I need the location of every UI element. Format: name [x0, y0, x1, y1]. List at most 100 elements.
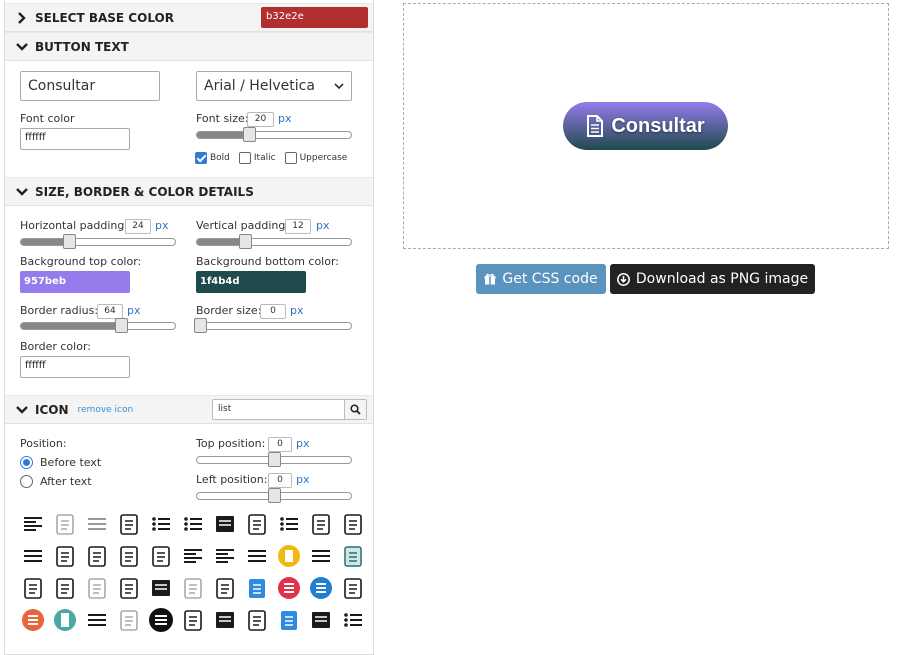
document-icon — [587, 115, 604, 137]
document-dark-icon[interactable] — [212, 607, 238, 633]
align-center-icon[interactable] — [180, 543, 206, 569]
clipboard-outline-icon[interactable] — [84, 575, 110, 601]
list-blue-circle-icon — [310, 577, 332, 599]
left-position-input[interactable]: 0 — [268, 473, 292, 488]
italic-checkbox[interactable] — [238, 152, 251, 164]
font-size-input[interactable]: 20 — [247, 112, 274, 127]
slider-thumb[interactable] — [194, 318, 207, 333]
slider-thumb[interactable] — [63, 234, 76, 249]
clipboard-list-icon[interactable] — [116, 511, 142, 537]
border-radius-input[interactable]: 64 — [97, 304, 123, 319]
mail-list-icon[interactable] — [84, 543, 110, 569]
filter-lines-icon[interactable] — [20, 543, 46, 569]
font-size-slider[interactable] — [196, 127, 352, 142]
get-css-button[interactable]: Get CSS code — [476, 264, 606, 294]
list-check-bullets-icon[interactable] — [340, 607, 366, 633]
h-padding-label: Horizontal padding: — [20, 219, 129, 232]
list-color-icon — [184, 517, 202, 531]
slider-thumb[interactable] — [239, 234, 252, 249]
list-bullets-icon[interactable] — [276, 511, 302, 537]
font-family-select[interactable]: Arial / Helvetica — [196, 71, 352, 101]
slider-thumb[interactable] — [115, 318, 128, 333]
table-icon[interactable] — [308, 607, 334, 633]
bill-icon[interactable] — [52, 575, 78, 601]
report-alt-icon[interactable] — [116, 575, 142, 601]
align-justify-icon[interactable] — [212, 543, 238, 569]
chevron-down-icon — [334, 83, 344, 90]
terminal-icon[interactable] — [148, 575, 174, 601]
button-text-header[interactable]: BUTTON TEXT — [5, 32, 373, 61]
preview-button[interactable]: Consultar — [563, 102, 728, 150]
document-edit-icon[interactable] — [52, 511, 78, 537]
before-text-radio[interactable] — [20, 456, 33, 469]
list-color-icon[interactable] — [180, 511, 206, 537]
border-size-input[interactable]: 0 — [260, 304, 286, 319]
base-color-swatch[interactable]: b32e2e — [261, 7, 368, 28]
clipboard-blue-icon[interactable] — [244, 575, 270, 601]
button-text-input[interactable]: Consultar — [20, 71, 160, 101]
list-orange-circle-icon[interactable] — [20, 607, 46, 633]
rows-icon[interactable] — [244, 543, 270, 569]
list-black-circle-icon[interactable] — [148, 607, 174, 633]
id-card-icon[interactable] — [180, 607, 206, 633]
uppercase-checkbox[interactable] — [284, 152, 297, 164]
ledger-icon[interactable] — [308, 511, 334, 537]
font-color-input[interactable]: ffffff — [20, 128, 130, 150]
clipboard-icon[interactable] — [244, 511, 270, 537]
border-radius-slider[interactable] — [20, 318, 176, 333]
clipboard-light-icon[interactable] — [116, 607, 142, 633]
border-size-slider[interactable] — [194, 318, 352, 333]
bold-checkbox[interactable] — [195, 152, 207, 164]
v-padding-slider[interactable] — [196, 234, 352, 249]
chevron-down-icon — [16, 42, 28, 51]
align-left-icon[interactable] — [20, 511, 46, 537]
after-text-option[interactable]: After text — [20, 475, 92, 488]
menu-icon[interactable] — [84, 607, 110, 633]
clipboard-check-icon[interactable] — [212, 575, 238, 601]
signature-icon[interactable] — [52, 543, 78, 569]
list-red-circle-icon[interactable] — [276, 575, 302, 601]
mail-list-icon — [88, 546, 106, 567]
size-border-header[interactable]: SIZE, BORDER & COLOR DETAILS — [5, 177, 373, 206]
slider-thumb[interactable] — [243, 127, 256, 142]
bg-top-swatch[interactable]: 957beb — [20, 271, 130, 293]
document-dark-icon — [216, 612, 234, 628]
v-padding-input[interactable]: 12 — [285, 219, 311, 234]
icon-search: list — [212, 399, 367, 420]
remove-icon-link[interactable]: remove icon — [78, 405, 134, 415]
bg-bottom-swatch[interactable]: 1f4b4d — [196, 271, 306, 293]
slider-thumb[interactable] — [268, 452, 281, 467]
document-blue-icon[interactable] — [276, 607, 302, 633]
search-button[interactable] — [344, 400, 366, 419]
after-text-radio[interactable] — [20, 475, 33, 488]
font-color-label: Font color — [20, 112, 75, 125]
clipboard-light-icon — [120, 610, 138, 631]
before-text-option[interactable]: Before text — [20, 456, 101, 469]
h-padding-slider[interactable] — [20, 234, 176, 249]
top-position-slider[interactable] — [196, 452, 352, 467]
list-check-icon[interactable] — [148, 511, 174, 537]
list-lines-icon[interactable] — [84, 511, 110, 537]
top-position-input[interactable]: 0 — [268, 437, 292, 452]
download-png-button[interactable]: Download as PNG image — [610, 264, 815, 294]
report-icon[interactable] — [20, 575, 46, 601]
mail-list-alt-icon[interactable] — [116, 543, 142, 569]
printer-icon[interactable] — [244, 607, 270, 633]
document-write-icon[interactable] — [340, 575, 366, 601]
clipboard-teal-icon[interactable] — [340, 543, 366, 569]
menu-lines-icon[interactable] — [308, 543, 334, 569]
font-family-value: Arial / Helvetica — [204, 78, 315, 94]
h-padding-input[interactable]: 24 — [125, 219, 151, 234]
newspaper-icon[interactable] — [148, 543, 174, 569]
icon-search-input[interactable]: list — [213, 400, 344, 419]
after-text-label: After text — [40, 475, 92, 488]
border-color-input[interactable]: ffffff — [20, 356, 130, 378]
list-blue-circle-icon[interactable] — [308, 575, 334, 601]
list-solid-icon[interactable] — [212, 511, 238, 537]
slider-thumb[interactable] — [268, 488, 281, 503]
list-teal-circle-icon[interactable] — [52, 607, 78, 633]
notes-light-icon[interactable] — [180, 575, 206, 601]
document-pen-icon[interactable] — [340, 511, 366, 537]
left-position-slider[interactable] — [196, 488, 352, 503]
clipboard-orange-icon[interactable] — [276, 543, 302, 569]
